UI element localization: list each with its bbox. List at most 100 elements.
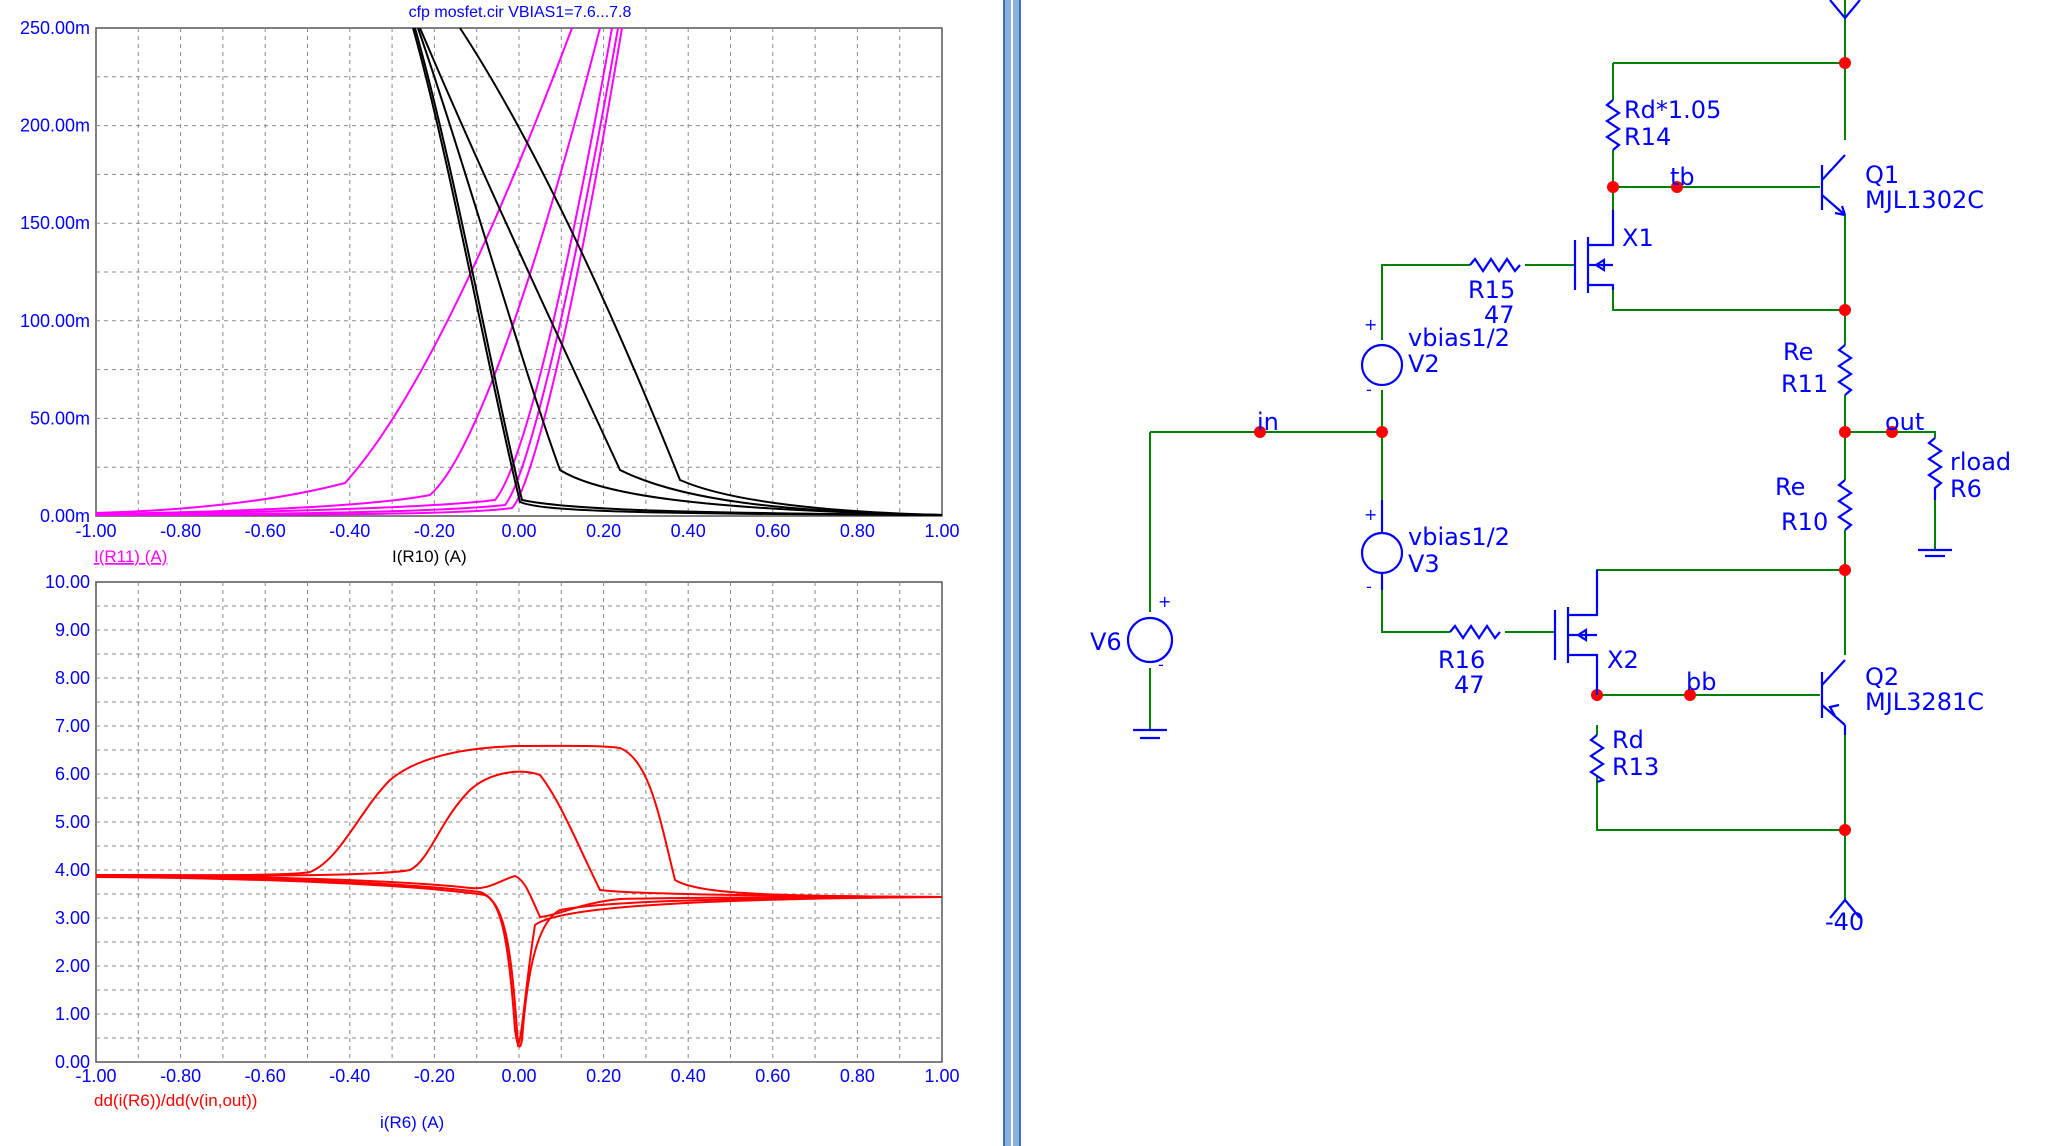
y-tick-label: 250.00m [20, 18, 90, 38]
label-v3: V3 [1408, 550, 1440, 578]
r6-ground [1918, 548, 1952, 558]
q1-transistor [1820, 154, 1847, 217]
label-r16: R16 [1438, 646, 1485, 674]
v3-source [1360, 531, 1404, 575]
v2-source [1360, 343, 1404, 387]
r13-resistor [1589, 734, 1606, 784]
y-tick-label: 50.00m [30, 408, 90, 428]
r15-resistor [1469, 257, 1521, 273]
x-tick-label: -0.40 [329, 1066, 370, 1086]
label-q2: Q2 [1865, 663, 1899, 691]
label-r15: R15 [1468, 276, 1515, 304]
top-trace-label-left: I(R11) (A) [94, 547, 167, 566]
label-q1-part: MJL1302C [1865, 186, 1984, 214]
q2-transistor [1820, 659, 1847, 735]
x-tick-label: -0.60 [245, 1066, 286, 1086]
x-tick-label: 0.60 [755, 1066, 790, 1086]
svg-text:-: - [1366, 380, 1372, 399]
y-tick-label: 150.00m [20, 213, 90, 233]
r10-resistor [1837, 479, 1853, 531]
x-tick-label: 0.40 [671, 521, 706, 541]
y-tick-label: 2.00 [55, 956, 90, 976]
x-tick-label: -0.40 [329, 521, 370, 541]
label-v2-val: vbias1/2 [1408, 324, 1510, 352]
x2-mosfet [1553, 570, 1599, 695]
v6-source [1126, 616, 1174, 664]
y-tick-label: 100.00m [20, 311, 90, 331]
schematic-components [1126, 0, 1952, 919]
bottom-plot[interactable]: 10.00 9.00 8.00 7.00 6.00 5.00 4.00 3.00 2.00 1.0… [45, 572, 960, 1132]
top-y-ticks: 250.00m200.00m150.00m100.00m50.00m0.00m [20, 18, 90, 526]
label-r16-val: 47 [1454, 671, 1485, 699]
x-tick-label: 0.20 [586, 521, 621, 541]
label-v6: V6 [1090, 628, 1122, 656]
label-r13: R13 [1612, 753, 1659, 781]
x-tick-label: 0.00 [501, 521, 536, 541]
plot-pane[interactable]: cfp mosfet.cir VBIAS1=7.6...7.8 250.00m 2… [0, 0, 1008, 1146]
label-out: out [1885, 408, 1924, 436]
x1-mosfet [1573, 210, 1615, 293]
splitter-line [1011, 0, 1013, 1146]
label-q1: Q1 [1865, 161, 1899, 189]
schematic-pane[interactable]: + - + - + - Rd*1.05 R14 tb Q1 MJL1302C X… [1021, 0, 2048, 1146]
label-neg-supply: -40 [1825, 908, 1864, 936]
schematic-nodes [1254, 57, 1898, 836]
x-tick-label: 0.60 [755, 521, 790, 541]
x-tick-label: 1.00 [924, 521, 959, 541]
schematic-labels: Rd*1.05 R14 tb Q1 MJL1302C X1 R15 47 vbi… [1090, 96, 2011, 936]
label-re-top: Re [1783, 338, 1813, 366]
x-tick-label: 0.20 [586, 1066, 621, 1086]
label-bb: bb [1686, 668, 1716, 696]
x-tick-label: -0.80 [160, 1066, 201, 1086]
label-tb: tb [1670, 163, 1695, 191]
label-rd105: Rd*1.05 [1624, 96, 1721, 124]
top-plot[interactable]: 250.00m200.00m150.00m100.00m50.00m0.00m … [20, 18, 960, 566]
x-tick-label: 0.40 [671, 1066, 706, 1086]
bottom-trace-label: dd(i(R6))/dd(v(in,out)) [94, 1091, 257, 1110]
svg-text:-: - [1158, 655, 1164, 674]
bottom-x-ticks: -1.00 -0.80 -0.60 -0.40 -0.20 0.00 0.20 0.40 0.6… [75, 1066, 959, 1086]
plot-title: cfp mosfet.cir VBIAS1=7.6...7.8 [409, 4, 632, 21]
label-in: in [1257, 408, 1279, 436]
x-tick-label: 0.00 [501, 1066, 536, 1086]
r16-resistor [1449, 624, 1501, 640]
label-r10: R10 [1781, 508, 1828, 536]
polarity-marks: + - + - + - [1158, 315, 1377, 674]
y-tick-label: 6.00 [55, 764, 90, 784]
r6-resistor [1927, 437, 1943, 500]
label-rload: rload [1950, 448, 2011, 476]
schematic-wires [1149, 0, 1936, 900]
y-tick-label: 8.00 [55, 668, 90, 688]
svg-text:+: + [1364, 315, 1377, 334]
x-tick-label: -0.20 [414, 1066, 455, 1086]
svg-text:+: + [1364, 505, 1377, 524]
label-v2: V2 [1408, 350, 1440, 378]
y-tick-label: 1.00 [55, 1004, 90, 1024]
label-x1: X1 [1622, 224, 1654, 252]
pane-splitter[interactable] [1003, 0, 1021, 1146]
top-trace-label-center: I(R10) (A) [392, 547, 467, 566]
y-tick-label: 4.00 [55, 860, 90, 880]
bottom-x-label: i(R6) (A) [380, 1113, 444, 1132]
y-tick-label: 9.00 [55, 620, 90, 640]
label-r11: R11 [1781, 370, 1828, 398]
svg-text:-: - [1366, 577, 1372, 596]
v6-ground [1133, 728, 1167, 740]
label-re-bot: Re [1775, 473, 1805, 501]
svg-text:+: + [1158, 592, 1171, 611]
x-tick-label: 0.80 [840, 1066, 875, 1086]
x-tick-label: -1.00 [75, 1066, 116, 1086]
label-x2: X2 [1607, 646, 1639, 674]
r14-resistor [1605, 99, 1621, 151]
x-tick-label: -0.60 [245, 521, 286, 541]
label-r14: R14 [1624, 123, 1671, 151]
y-tick-label: 200.00m [20, 116, 90, 136]
label-v3-val: vbias1/2 [1408, 523, 1510, 551]
bottom-y-ticks: 10.00 9.00 8.00 7.00 6.00 5.00 4.00 3.00 2.00 1.0… [45, 572, 90, 1072]
label-r6: R6 [1950, 475, 1982, 503]
label-rd: Rd [1612, 726, 1644, 754]
r11-resistor [1837, 344, 1853, 396]
y-tick-label: 7.00 [55, 716, 90, 736]
x-tick-label: -1.00 [75, 521, 116, 541]
x-tick-label: -0.20 [414, 521, 455, 541]
